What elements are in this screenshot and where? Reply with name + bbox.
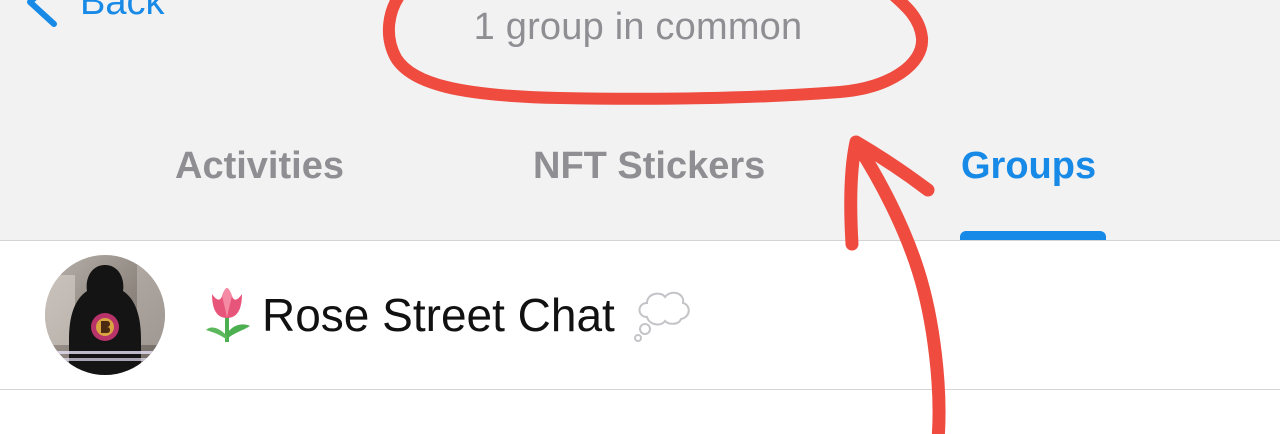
groups-in-common-count: 1 group in common (473, 6, 803, 48)
thought-bubble-icon (633, 291, 690, 342)
tab-nft-stickers[interactable]: NFT Stickers (533, 145, 765, 188)
group-name-text: Rose Street Chat (262, 289, 615, 341)
avatar-image (45, 255, 165, 375)
tulip-icon (206, 288, 250, 342)
tab-activities[interactable]: Activities (175, 145, 344, 188)
selected-tab-indicator (960, 231, 1106, 240)
profile-header: Back 1 group in common Activities NFT St… (0, 0, 1280, 240)
tab-groups[interactable]: Groups (961, 145, 1096, 188)
group-list-item[interactable]: Rose Street Chat (0, 241, 1280, 389)
row-divider (0, 389, 1280, 390)
group-name: Rose Street Chat (200, 285, 693, 345)
group-avatar (45, 255, 165, 375)
